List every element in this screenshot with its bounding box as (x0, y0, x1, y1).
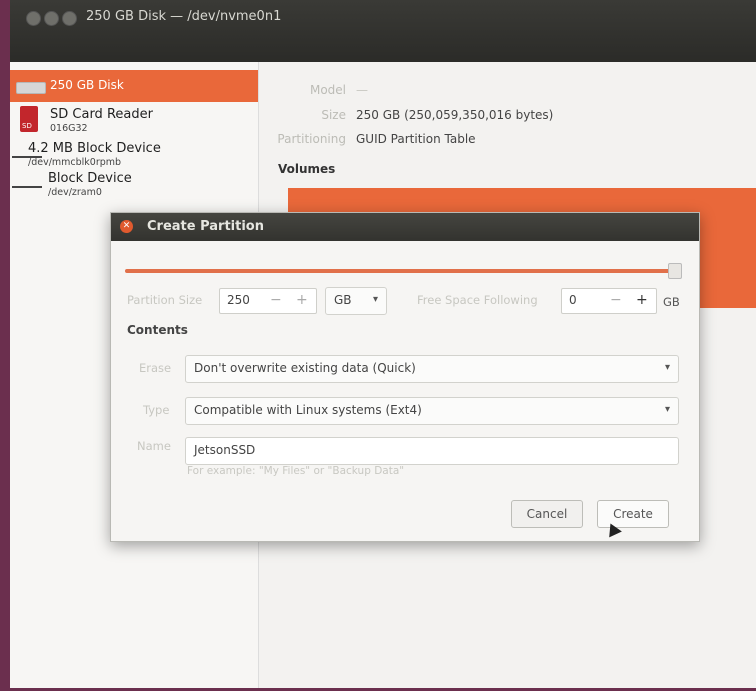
close-icon[interactable]: ✕ (120, 220, 133, 233)
partition-size-spinner[interactable]: 250 − + (219, 288, 317, 314)
size-unit-select[interactable]: GB ▾ (325, 287, 387, 315)
type-label: Type (143, 403, 170, 417)
close-window-icon[interactable] (26, 11, 41, 26)
type-value: Compatible with Linux systems (Ext4) (194, 403, 422, 417)
sidebar-item-block-device-zram[interactable]: Block Device /dev/zram0 (10, 168, 258, 208)
window-titlebar[interactable]: 250 GB Disk — /dev/nvme0n1 (10, 0, 756, 62)
sidebar-item-label: Block Device (48, 171, 132, 186)
minus-icon[interactable]: − (270, 292, 282, 308)
size-value: 250 GB (250,059,350,016 bytes) (356, 108, 554, 122)
plus-icon[interactable]: + (296, 292, 308, 308)
sidebar-item-sublabel: 016G32 (50, 123, 88, 134)
create-partition-dialog: ✕ Create Partition Partition Size 250 − … (110, 212, 700, 542)
partitioning-value: GUID Partition Table (356, 132, 476, 146)
free-space-unit: GB (663, 295, 680, 309)
sidebar-item-label: SD Card Reader (50, 107, 153, 122)
block-device-icon (12, 186, 42, 188)
model-label: Model (309, 83, 346, 97)
sd-card-icon (20, 106, 38, 132)
name-field[interactable]: JetsonSSD (185, 437, 679, 465)
chevron-down-icon: ▾ (372, 294, 378, 305)
name-label: Name (137, 439, 171, 453)
size-unit-value: GB (334, 293, 352, 307)
size-label: Size (321, 108, 346, 122)
contents-heading: Contents (127, 323, 188, 337)
sidebar-item-label: 4.2 MB Block Device (28, 141, 161, 156)
free-space-spinner[interactable]: 0 − + (561, 288, 657, 314)
erase-select[interactable]: Don't overwrite existing data (Quick) ▾ (185, 355, 679, 383)
plus-icon[interactable]: + (636, 292, 648, 308)
window-title: 250 GB Disk — /dev/nvme0n1 (86, 9, 282, 24)
partition-size-value: 250 (227, 293, 250, 307)
minimize-window-icon[interactable] (44, 11, 59, 26)
sidebar-item-sublabel: /dev/mmcblk0rpmb (28, 157, 122, 168)
name-value: JetsonSSD (194, 443, 256, 457)
partitioning-label: Partitioning (277, 132, 346, 146)
maximize-window-icon[interactable] (62, 11, 77, 26)
slider-handle[interactable] (668, 263, 682, 279)
minus-icon[interactable]: − (610, 292, 622, 308)
cancel-button[interactable]: Cancel (511, 500, 583, 528)
disk-icon (16, 82, 46, 94)
erase-value: Don't overwrite existing data (Quick) (194, 361, 416, 375)
free-space-value: 0 (569, 293, 577, 307)
dialog-title: Create Partition (147, 219, 264, 234)
volumes-heading: Volumes (278, 162, 336, 176)
type-select[interactable]: Compatible with Linux systems (Ext4) ▾ (185, 397, 679, 425)
partition-size-label: Partition Size (127, 293, 203, 307)
sidebar-item-sublabel: /dev/zram0 (48, 187, 102, 198)
chevron-down-icon: ▾ (664, 362, 670, 373)
disks-window: 250 GB Disk — /dev/nvme0n1 250 GB Disk S… (10, 0, 756, 688)
sidebar-item-250gb-disk[interactable]: 250 GB Disk (10, 70, 258, 102)
model-value: — (356, 83, 368, 97)
dialog-titlebar[interactable]: ✕ Create Partition (111, 213, 699, 241)
free-space-label: Free Space Following (417, 293, 538, 307)
chevron-down-icon: ▾ (664, 404, 670, 415)
sidebar-item-label: 250 GB Disk (50, 78, 124, 92)
erase-label: Erase (139, 361, 172, 375)
partition-size-slider[interactable] (125, 269, 677, 273)
name-hint: For example: "My Files" or "Backup Data" (187, 465, 405, 477)
